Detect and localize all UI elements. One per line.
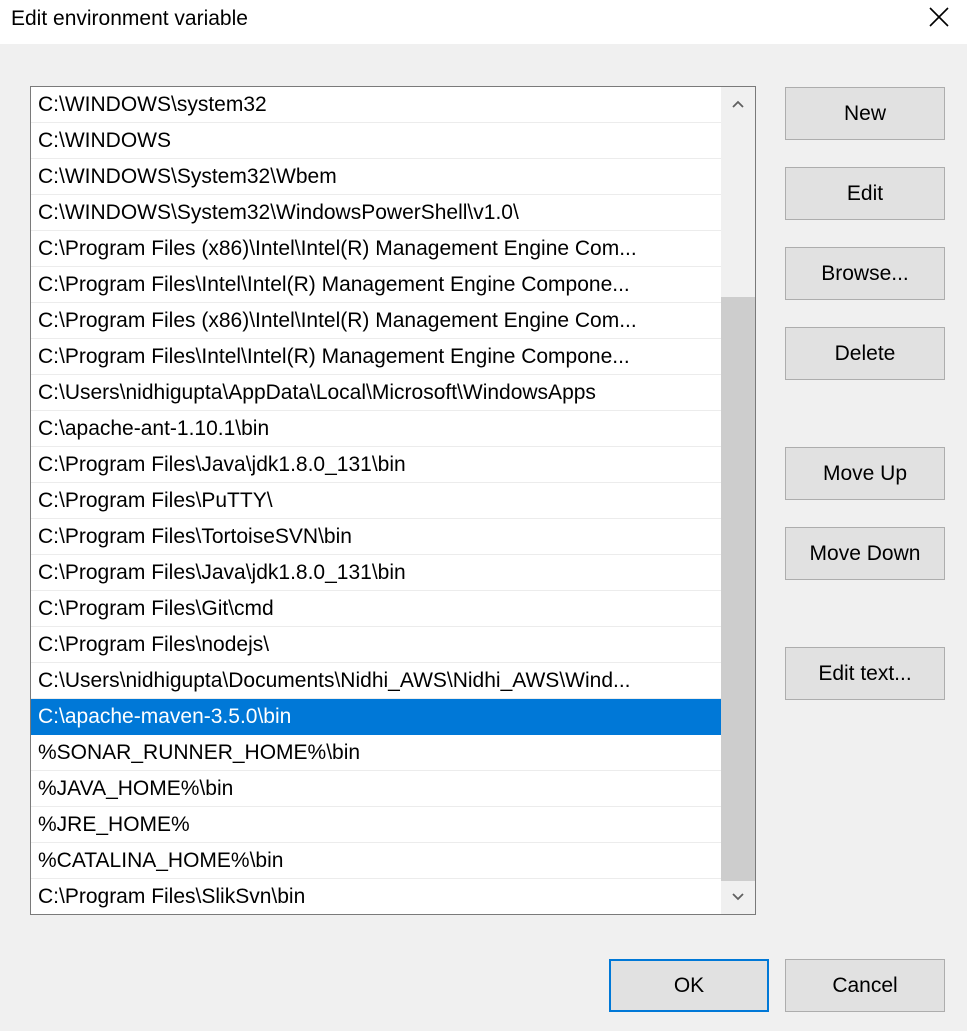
list-item[interactable]: C:\Program Files (x86)\Intel\Intel(R) Ma… bbox=[31, 231, 723, 267]
list-item[interactable]: C:\apache-maven-3.5.0\bin bbox=[31, 699, 723, 735]
list-item[interactable]: C:\Program Files\Java\jdk1.8.0_131\bin bbox=[31, 555, 723, 591]
list-item[interactable]: C:\Program Files\nodejs\ bbox=[31, 627, 723, 663]
scroll-up-button[interactable] bbox=[721, 87, 755, 121]
list-item[interactable]: C:\WINDOWS\System32\Wbem bbox=[31, 159, 723, 195]
chevron-up-icon bbox=[732, 100, 744, 108]
list-item[interactable]: C:\Program Files\SlikSvn\bin bbox=[31, 879, 723, 914]
list-item[interactable]: C:\Program Files\Java\jdk1.8.0_131\bin bbox=[31, 447, 723, 483]
list-item[interactable]: %SONAR_RUNNER_HOME%\bin bbox=[31, 735, 723, 771]
title-bar: Edit environment variable bbox=[0, 0, 967, 44]
move-up-button[interactable]: Move Up bbox=[785, 447, 945, 500]
chevron-down-icon bbox=[732, 893, 744, 901]
close-button[interactable] bbox=[909, 0, 967, 36]
list-item[interactable]: C:\Program Files\Git\cmd bbox=[31, 591, 723, 627]
close-icon bbox=[929, 7, 949, 27]
edit-button[interactable]: Edit bbox=[785, 167, 945, 220]
ok-button[interactable]: OK bbox=[609, 959, 769, 1012]
list-item[interactable]: C:\WINDOWS bbox=[31, 123, 723, 159]
edit-text-button[interactable]: Edit text... bbox=[785, 647, 945, 700]
list-item[interactable]: C:\Program Files\PuTTY\ bbox=[31, 483, 723, 519]
move-down-button[interactable]: Move Down bbox=[785, 527, 945, 580]
list-item[interactable]: C:\WINDOWS\system32 bbox=[31, 87, 723, 123]
list-item[interactable]: %JAVA_HOME%\bin bbox=[31, 771, 723, 807]
path-list[interactable]: C:\WINDOWS\system32 C:\WINDOWS C:\WINDOWS\… bbox=[30, 86, 756, 915]
delete-button[interactable]: Delete bbox=[785, 327, 945, 380]
list-item[interactable]: C:\apache-ant-1.10.1\bin bbox=[31, 411, 723, 447]
vertical-scrollbar[interactable] bbox=[721, 87, 755, 914]
scroll-down-button[interactable] bbox=[721, 880, 755, 914]
list-item[interactable]: %JRE_HOME% bbox=[31, 807, 723, 843]
browse-button[interactable]: Browse... bbox=[785, 247, 945, 300]
path-list-rows: C:\WINDOWS\system32 C:\WINDOWS C:\WINDOWS\… bbox=[31, 87, 723, 914]
cancel-button[interactable]: Cancel bbox=[785, 959, 945, 1012]
list-item[interactable]: C:\Program Files\Intel\Intel(R) Manageme… bbox=[31, 267, 723, 303]
list-item[interactable]: C:\Program Files\TortoiseSVN\bin bbox=[31, 519, 723, 555]
list-item[interactable]: C:\Users\nidhigupta\Documents\Nidhi_AWS\… bbox=[31, 663, 723, 699]
list-item[interactable]: %CATALINA_HOME%\bin bbox=[31, 843, 723, 879]
scroll-thumb[interactable] bbox=[721, 297, 755, 881]
window-title: Edit environment variable bbox=[11, 7, 248, 30]
list-item[interactable]: C:\Users\nidhigupta\AppData\Local\Micros… bbox=[31, 375, 723, 411]
list-item[interactable]: C:\Program Files (x86)\Intel\Intel(R) Ma… bbox=[31, 303, 723, 339]
list-item[interactable]: C:\WINDOWS\System32\WindowsPowerShell\v1… bbox=[31, 195, 723, 231]
new-button[interactable]: New bbox=[785, 87, 945, 140]
list-item[interactable]: C:\Program Files\Intel\Intel(R) Manageme… bbox=[31, 339, 723, 375]
